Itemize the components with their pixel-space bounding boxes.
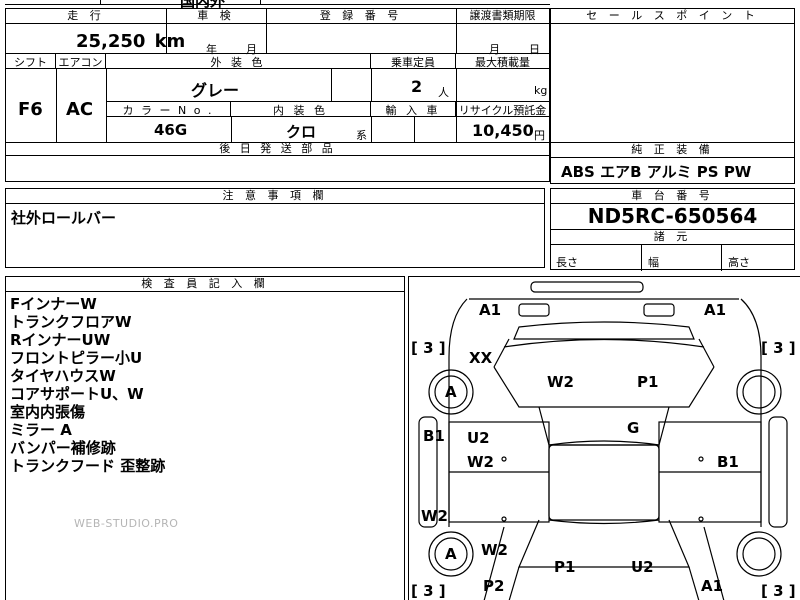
exterior-color-label: 外 装 色: [106, 54, 371, 69]
color-no-value: 46G: [154, 121, 188, 139]
damage-mark: G: [627, 419, 640, 437]
color-no-label: カ ラ ー N o .: [106, 102, 231, 117]
aircon-value: AC: [66, 99, 94, 120]
damage-mark: A: [445, 545, 457, 563]
inspector-line: RインナーUW: [10, 331, 111, 349]
notes-value: 社外ロールバー: [11, 209, 117, 227]
capacity-value: 2: [411, 77, 423, 96]
damage-mark: XX: [469, 349, 493, 367]
inspector-panel: 検 査 員 記 入 欄 FインナーW トランクフロアW RインナーUW フロント…: [5, 276, 405, 600]
chassis-label: 車 台 番 号: [551, 189, 794, 204]
recycle-label: リサイクル預託金: [456, 102, 549, 117]
vehicle-info-table: 走 行 車 検 登 録 番 号 譲渡書類期限 25,250 km 年 月 月 日…: [5, 8, 551, 156]
mileage-number: 25,250: [76, 31, 146, 52]
equipment-label: 純 正 装 備: [551, 143, 794, 158]
notes-label: 注 意 事 項 欄: [6, 189, 544, 204]
inspector-line: FインナーW: [10, 295, 97, 313]
damage-mark: W2: [481, 541, 508, 559]
equipment-panel: 純 正 装 備 ABS エアB アルミ PS PW: [550, 142, 795, 184]
interior-color-suffix: 系: [356, 129, 367, 142]
damage-mark: A1: [704, 301, 727, 319]
inspector-line: タイヤハウスW: [10, 367, 116, 385]
damage-mark: B1: [717, 453, 739, 471]
inspector-line: トランクフロアW: [10, 313, 132, 331]
capacity-unit: 人: [438, 86, 449, 99]
shift-value: F6: [18, 99, 43, 120]
car-diagram-panel: [ 3 ] [ 3 ] [ 3 ] [ 3 ] A1 A1 XX W2 P1 A…: [408, 276, 800, 600]
inspector-line: バンパー補修跡: [10, 439, 116, 457]
damage-mark: W2: [547, 373, 574, 391]
damage-mark: W2: [467, 453, 494, 471]
dimensions-label: 諸 元: [551, 230, 794, 245]
damage-mark: U2: [631, 558, 654, 576]
mileage-label: 走 行: [6, 9, 166, 24]
chassis-value: ND5RC-650564: [587, 204, 758, 228]
inspector-line: ミラー A: [10, 421, 72, 439]
notes-panel: 注 意 事 項 欄 社外ロールバー: [5, 188, 545, 268]
top-fragment-text: 国内外: [180, 0, 226, 10]
damage-mark: A1: [479, 301, 502, 319]
inspector-lines: FインナーW トランクフロアW RインナーUW フロントピラー小U タイヤハウス…: [10, 295, 165, 475]
aircon-label: エアコン: [56, 54, 106, 69]
recycle-value: 10,450: [472, 121, 534, 140]
damage-mark: A1: [701, 577, 724, 595]
sales-point-label: セ ー ル ス ポ イ ン ト: [551, 9, 794, 24]
chassis-panel: 車 台 番 号 ND5RC-650564: [550, 188, 795, 230]
max-load-unit: kg: [534, 84, 548, 97]
transfer-deadline-label: 譲渡書類期限: [456, 9, 549, 24]
dimensions-panel: 諸 元 長さ 幅 高さ: [550, 229, 795, 271]
inspector-line: 室内内張傷: [10, 403, 86, 421]
height-label: 高さ: [728, 256, 750, 269]
equipment-value: ABS エアB アルミ PS PW: [561, 163, 752, 181]
inspector-line: トランクフード 歪整跡: [10, 457, 166, 475]
exterior-color-value: グレー: [191, 81, 240, 100]
recycle-unit: 円: [534, 129, 545, 142]
sales-point-panel: セ ー ル ス ポ イ ン ト: [550, 8, 795, 143]
mileage-unit: km: [154, 31, 186, 52]
damage-mark: A: [445, 383, 457, 401]
width-label: 幅: [648, 256, 659, 269]
interior-color-value: クロ: [286, 123, 317, 141]
damage-mark: P1: [554, 558, 576, 576]
tire-tread-rear-right: [ 3 ]: [761, 582, 796, 600]
top-fragment-row: [5, 0, 550, 5]
max-load-label: 最大積載量: [456, 54, 549, 69]
damage-mark: P1: [637, 373, 659, 391]
shift-label: シフト: [6, 54, 56, 69]
registration-label: 登 録 番 号: [266, 9, 456, 24]
inspection-label: 車 検: [166, 9, 266, 24]
length-label: 長さ: [556, 256, 578, 269]
damage-mark: U2: [467, 429, 490, 447]
tire-tread-front-left: [ 3 ]: [411, 339, 446, 357]
tire-tread-rear-left: [ 3 ]: [411, 582, 446, 600]
inspector-line: コアサポートU、W: [10, 385, 144, 403]
mileage-value: 25,250 km: [76, 31, 185, 52]
watermark: WEB-STUDIO.PRO: [74, 517, 179, 530]
tire-tread-front-right: [ 3 ]: [761, 339, 796, 357]
later-parts-field: [5, 155, 550, 182]
damage-mark: B1: [423, 427, 445, 445]
capacity-label: 乗車定員: [371, 54, 456, 69]
import-label: 輸 入 車: [371, 102, 456, 117]
later-parts-label: 後 日 発 送 部 品: [219, 142, 336, 155]
inspector-line: フロントピラー小U: [10, 349, 143, 367]
damage-mark: W2: [421, 507, 448, 525]
interior-color-label: 内 装 色: [231, 102, 371, 117]
damage-mark: P2: [483, 577, 505, 595]
inspector-label: 検 査 員 記 入 欄: [6, 277, 404, 292]
